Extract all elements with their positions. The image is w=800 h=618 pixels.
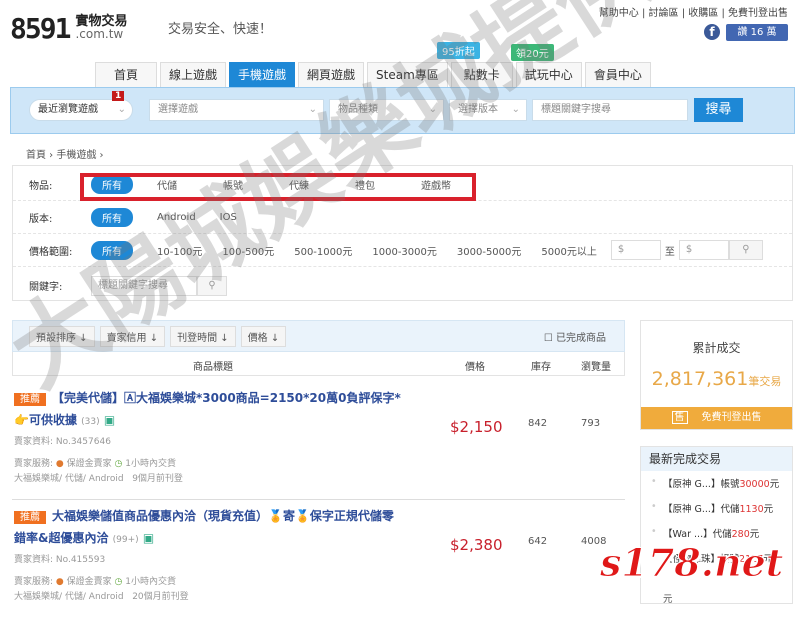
item-type-select[interactable]: 物品種類 ⌄ [329, 99, 444, 121]
chevron-down-icon: ⌄ [428, 104, 437, 115]
col-title: 商品標題 [193, 362, 233, 373]
version-option[interactable]: Android [157, 212, 196, 223]
keyword-input[interactable]: 標題關鍵字搜尋 [532, 99, 688, 121]
breadcrumb-home[interactable]: 首頁 [26, 150, 46, 161]
views: 793 [581, 418, 601, 429]
tab-steam[interactable]: Steam專區 [367, 62, 448, 87]
price-option[interactable]: 1000-3000元 [372, 243, 437, 258]
col-views: 瀏覽量 [581, 362, 611, 373]
product-row[interactable]: 推薦 【完美代儲】🄰大福娛樂城*3000商品=2150*20萬0負評保字*👉可供收… [12, 382, 625, 500]
price: $2,380 [450, 536, 503, 554]
keyword-filter-label: 關鍵字: [29, 282, 63, 293]
seller-info: 賣家資料: No.415593 [14, 555, 106, 565]
product-info: 大福娛樂城/ 代儲/ Android 9個月前刊登 [14, 474, 183, 484]
product-list: 預設排序 ↓ 賣家信用 ↓ 刊登時間 ↓ 價格 ↓ ☐ 已完成商品 商品標題 價… [12, 320, 625, 618]
points-card-badge: 95折起 [437, 42, 480, 59]
clock-icon: ◷ [114, 459, 123, 469]
guarantee-icon: ● [55, 577, 64, 587]
watermark-logo: s178.net [599, 540, 784, 586]
price-max-input[interactable]: $ [678, 240, 729, 260]
product-row[interactable]: 推薦 大福娛樂儲值商品優惠內洽（現貨充值）🏅寄🏅保字正規代儲零錯率&超優惠內洽 (… [12, 500, 625, 618]
chevron-down-icon: ⌄ [308, 104, 317, 115]
deal-count: 2,817,361 [651, 368, 749, 390]
tab-online-games[interactable]: 線上遊戲 [160, 62, 227, 87]
chevron-down-icon: ⌄ [511, 104, 520, 115]
sort-post-time[interactable]: 刊登時間 ↓ [170, 325, 236, 347]
price-option[interactable]: 所有 [91, 240, 133, 260]
chevron-down-icon: ⌄ [117, 104, 126, 115]
facebook-icon[interactable]: f [704, 24, 720, 40]
trade-item[interactable]: 【原神 G...】代儲1130元 [641, 496, 792, 521]
product-info: 大福娛樂城/ 代儲/ Android 20個月前刊登 [14, 592, 189, 602]
logo-number: 8591 [10, 12, 71, 45]
stats-title: 累計成交 [692, 341, 741, 355]
price-option[interactable]: 100-500元 [222, 243, 274, 258]
search-bar: 最近瀏覽遊戲 ⌄ 1 選擇遊戲 ⌄ 物品種類 ⌄ 選擇版本 ⌄ 標題關鍵字搜尋 搜尋 [10, 87, 795, 134]
seller-info: 賣家資料: No.3457646 [14, 437, 111, 447]
sort-default[interactable]: 預設排序 ↓ [29, 325, 95, 347]
recommended-tag: 推薦 [14, 393, 46, 406]
price-option[interactable]: 10-100元 [157, 243, 202, 258]
tab-trial-center[interactable]: 試玩中心 [515, 62, 582, 87]
sort-seller-credit[interactable]: 賣家信用 ↓ [99, 325, 166, 347]
trade-item[interactable]: 【原神 G...】帳號30000元 [641, 471, 792, 496]
recent-title: 最新完成交易 [641, 447, 792, 471]
trial-badge: 領20元 [511, 44, 554, 61]
version-select[interactable]: 選擇版本 ⌄ [449, 99, 527, 121]
recent-games-select[interactable]: 最近瀏覽遊戲 ⌄ [29, 99, 133, 121]
buy-link[interactable]: 收購區 [688, 8, 718, 19]
price-min-input[interactable]: $ [610, 240, 661, 260]
product-title-link[interactable]: 大福娛樂儲值商品優惠內洽（現貨充值）🏅寄🏅保字正規代儲零錯率&超優惠內洽 [14, 509, 394, 545]
seller-service: 賣家服務: ● 保證金賣家 ◷ 1小時內交貨 [14, 459, 177, 469]
product-title-link[interactable]: 【完美代儲】🄰大福娛樂城*3000商品=2150*20萬0負評保字*👉可供收據 [14, 391, 401, 427]
breadcrumb: 首頁 › 手機遊戲 › [26, 150, 104, 161]
image-icon: ▣ [142, 531, 155, 545]
free-post-button[interactable]: 售免費刊登出售 [641, 407, 792, 429]
sell-icon: 售 [671, 411, 688, 424]
stats-panel: 累計成交 2,817,361筆交易 售免費刊登出售 [640, 320, 793, 430]
free-post-link[interactable]: 免費刊登出售 [728, 8, 788, 19]
highlight-box [80, 173, 476, 201]
keyword-filter-input[interactable]: 標題關鍵字搜尋 [91, 275, 197, 296]
fb-like-button[interactable]: 讚 16 萬 [726, 24, 788, 41]
logo-domain: .com.tw [75, 27, 124, 41]
price-filter-label: 價格範圍: [29, 246, 73, 258]
tab-mobile-games[interactable]: 手機遊戲 [229, 62, 296, 87]
tab-home[interactable]: 首頁 [95, 62, 157, 87]
price-option[interactable]: 3000-5000元 [457, 243, 522, 258]
tab-web-games[interactable]: 網頁遊戲 [298, 62, 365, 87]
tab-member-center[interactable]: 會員中心 [584, 62, 651, 87]
clock-icon: ◷ [114, 577, 123, 587]
recommended-tag: 推薦 [14, 511, 46, 524]
breadcrumb-mobile[interactable]: 手機遊戲 [56, 150, 96, 161]
tab-points-card[interactable]: 點數卡 [450, 62, 513, 87]
top-links: 幫助中心 | 討論區 | 收購區 | 免費刊登出售 [598, 8, 788, 19]
forum-link[interactable]: 討論區 [649, 8, 679, 19]
help-link[interactable]: 幫助中心 [599, 8, 639, 19]
image-icon: ▣ [103, 413, 116, 427]
price-option[interactable]: 500-1000元 [294, 243, 352, 258]
game-select[interactable]: 選擇遊戲 ⌄ [149, 99, 324, 121]
completed-checkbox[interactable]: ☐ 已完成商品 [544, 329, 606, 344]
stock: 842 [528, 418, 548, 429]
col-stock: 庫存 [531, 362, 551, 373]
site-logo[interactable]: 8591 實物交易 .com.tw [10, 12, 127, 45]
sort-price[interactable]: 價格 ↓ [240, 325, 287, 347]
stock: 642 [528, 536, 548, 547]
version-option[interactable]: 所有 [91, 207, 133, 227]
col-price: 價格 [465, 362, 485, 373]
search-icon[interactable]: ⚲ [728, 240, 763, 260]
guarantee-icon: ● [55, 459, 64, 469]
search-button[interactable]: 搜尋 [694, 98, 743, 122]
main-nav: 首頁 線上遊戲 手機遊戲 網頁遊戲 Steam專區 點數卡 試玩中心 會員中心 [95, 62, 651, 87]
version-option[interactable]: IOS [220, 212, 237, 223]
search-icon[interactable]: ⚲ [197, 275, 227, 296]
price: $2,150 [450, 418, 503, 436]
price-option[interactable]: 5000元以上 [541, 243, 596, 258]
seller-service: 賣家服務: ● 保證金賣家 ◷ 1小時內交貨 [14, 577, 177, 587]
version-filter-label: 版本: [29, 213, 53, 225]
slogan: 交易安全、快速！ [168, 22, 273, 37]
recent-count-badge: 1 [112, 91, 125, 101]
price-to-label: 至 [664, 246, 675, 258]
